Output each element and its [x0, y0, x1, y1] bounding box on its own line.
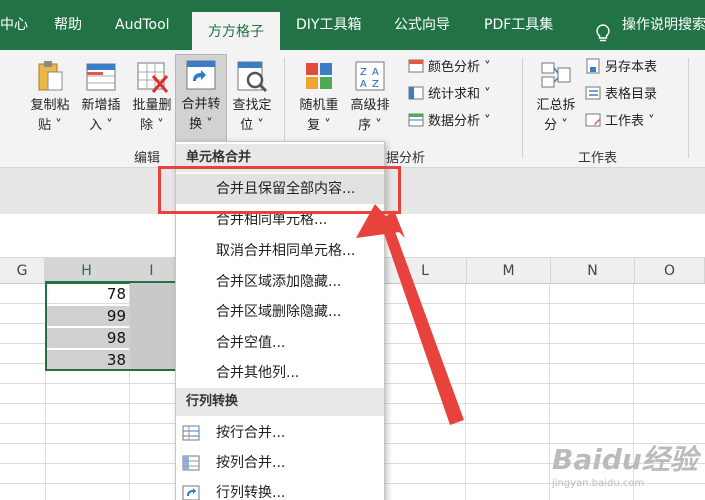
menu-section-row-col-convert: 行列转换	[176, 388, 384, 416]
tab-help[interactable]: 帮助	[54, 14, 82, 50]
group-separator	[522, 58, 523, 158]
save-sheet-button[interactable]: 另存本表	[585, 57, 657, 79]
stats-table-icon	[408, 86, 424, 100]
group-label-edit: 编辑	[134, 151, 161, 166]
row-merge-icon	[182, 425, 200, 441]
svg-text:A: A	[372, 67, 379, 78]
magnifier-icon	[235, 58, 269, 94]
transpose-icon	[182, 485, 200, 500]
sheet-directory-button[interactable]: 表格目录	[585, 84, 657, 106]
menu-item-merge-remove-hidden[interactable]: 合并区域删除隐藏...	[176, 297, 384, 327]
split-sheets-icon	[539, 58, 573, 94]
color-analysis-button[interactable]: 颜色分析 ˅	[408, 57, 491, 79]
insert-button[interactable]: 新增插 入 ˅	[75, 56, 127, 136]
tab-pdf-tools[interactable]: PDF工具集	[484, 14, 553, 50]
svg-text:Z: Z	[360, 67, 367, 78]
baidu-watermark: Baidu经验 jingyan.baidu.com	[552, 443, 698, 489]
stats-sum-button[interactable]: 统计求和 ˅	[408, 84, 491, 106]
advanced-sort-button[interactable]: Z A A Z 高级排 序 ˅	[344, 56, 396, 136]
worksheet-icon	[585, 113, 601, 127]
lightbulb-icon	[596, 24, 610, 42]
batch-delete-button[interactable]: 批量删 除 ˅	[126, 56, 178, 136]
summary-split-button[interactable]: 汇总拆 分 ˅	[530, 56, 582, 136]
random-blocks-icon	[302, 58, 336, 94]
column-header-n[interactable]: N	[551, 258, 635, 284]
column-header-g[interactable]: G	[0, 258, 45, 284]
tab-formula-wizard[interactable]: 公式向导	[394, 14, 450, 50]
menu-item-row-column-convert[interactable]: 行列转换...	[176, 478, 384, 500]
ribbon-tab-bar: 中心 帮助 AudTool 方方格子 DIY工具箱 公式向导 PDF工具集 操作…	[0, 0, 705, 52]
merge-cells-icon	[184, 57, 218, 93]
svg-text:Z: Z	[372, 79, 379, 90]
insert-rows-icon	[84, 58, 118, 94]
selection-border	[45, 281, 183, 371]
data-table-icon	[408, 113, 424, 127]
copy-paste-button[interactable]: 复制粘 贴 ˅	[24, 56, 76, 136]
menu-item-merge-empty[interactable]: 合并空值...	[176, 328, 384, 358]
column-header-m[interactable]: M	[467, 258, 551, 284]
find-locate-button[interactable]: 查找定 位 ˅	[226, 56, 278, 136]
column-header-l[interactable]: L	[384, 258, 467, 284]
tab-center[interactable]: 中心	[0, 14, 28, 50]
highlight-callout-box	[158, 166, 401, 214]
data-analysis-button[interactable]: 数据分析 ˅	[408, 111, 491, 133]
tell-me-search[interactable]: 操作说明搜索	[622, 14, 705, 50]
tab-diy-toolbox[interactable]: DIY工具箱	[296, 14, 361, 50]
column-merge-icon	[182, 455, 200, 471]
menu-item-merge-add-hidden[interactable]: 合并区域添加隐藏...	[176, 267, 384, 297]
tab-fangfangezi[interactable]: 方方格子	[192, 12, 280, 52]
sheet-directory-icon	[585, 86, 601, 100]
worksheet-button[interactable]: 工作表 ˅	[585, 111, 655, 133]
group-separator	[688, 58, 689, 158]
menu-item-merge-by-row[interactable]: 按行合并...	[176, 418, 384, 448]
group-label-worksheet: 工作表	[578, 151, 618, 166]
save-sheet-icon	[586, 58, 600, 74]
sort-az-icon: Z A A Z	[353, 58, 387, 94]
clipboard-icon	[33, 58, 67, 94]
delete-grid-icon	[135, 58, 169, 94]
menu-item-merge-other-columns[interactable]: 合并其他列...	[176, 358, 384, 388]
group-label-data-analysis: 据分析	[386, 151, 426, 166]
menu-item-merge-by-column[interactable]: 按列合并...	[176, 448, 384, 478]
column-header-o[interactable]: O	[635, 258, 705, 284]
menu-item-unmerge-same-cells[interactable]: 取消合并相同单元格...	[176, 236, 384, 266]
random-repeat-button[interactable]: 随机重 复 ˅	[293, 56, 345, 136]
tab-audtool[interactable]: AudTool	[115, 14, 170, 50]
merge-convert-button[interactable]: 合并转 换 ˅	[175, 54, 227, 142]
color-table-icon	[408, 59, 424, 73]
svg-text:A: A	[360, 79, 367, 90]
